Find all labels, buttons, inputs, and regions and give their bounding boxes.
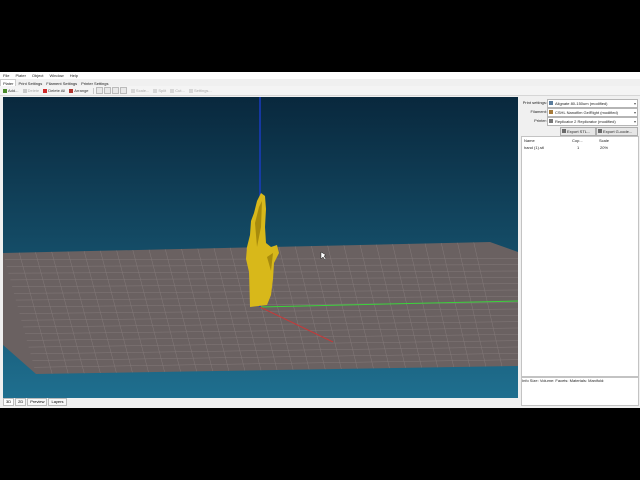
split-icon [153,88,158,93]
info-manifold-label: Manifold: [588,378,605,383]
scale-label: Scale... [135,88,150,93]
filament-label: Filament: [530,109,547,114]
cog-icon [188,88,193,93]
scale-button[interactable]: Scale... [130,86,150,95]
info-volume-label: Volume: [539,378,555,383]
object-scale: 20% [600,145,609,150]
filament-value: CSHL Nanofilm GelRight (modified) [555,110,618,115]
menu-bar: File Plater Object Window Help [0,72,640,79]
print-settings-select[interactable]: Alignate 80-150um (modified) ▾ [547,99,638,108]
export-gcode-label: Export G-code... [603,129,633,134]
printer-row: Printer: Replicator 2 Replicrator (modif… [520,117,638,126]
tab-preview[interactable]: Preview [27,398,48,406]
rotate-right-icon[interactable] [119,87,127,95]
info-box: Info Size: Volume: Facets: Materials: Ma… [521,377,639,406]
3d-viewport[interactable] [3,97,518,398]
printer-select[interactable]: Replicator 2 Replicrator (modified) ▾ [547,117,638,126]
arrange-label: Arrange [74,88,89,93]
delete-button[interactable]: Delete [22,86,40,95]
cut-icon [170,88,175,93]
info-materials-label: Materials: [569,378,587,383]
increase-copies-icon[interactable] [95,87,103,95]
filament-icon [549,110,553,114]
settings-label: Settings... [193,88,212,93]
settings-button[interactable]: Settings... [188,86,212,95]
rotate-left-icon[interactable] [111,87,119,95]
print-settings-icon [549,101,553,105]
tab-3d[interactable]: 3D [3,398,15,406]
cut-label: Cut... [175,88,185,93]
object-name: hand (1).stl [524,145,545,150]
chevron-down-icon: ▾ [633,119,636,124]
info-size-label: Size: [529,378,539,383]
split-label: Split [158,88,167,93]
chevron-down-icon: ▾ [633,101,636,106]
arrange-icon [69,88,74,93]
printer-label: Printer: [534,118,547,123]
print-settings-label: Print settings: [522,100,547,105]
info-facets-label: Facets: [555,378,569,383]
table-row[interactable]: hand (1).stl 1 20% [522,137,638,151]
x-icon [22,88,27,93]
delete-label: Delete [27,88,40,93]
export-stl-label: Export STL... [567,129,591,134]
toolbar-separator [92,87,94,94]
filament-row: Filament: CSHL Nanofilm GelRight (modifi… [520,108,638,117]
decrease-copies-icon[interactable] [103,87,111,95]
add-button[interactable]: Add... [3,86,18,95]
view-tabs: 3D 2D Preview Layers [3,398,518,406]
menu-help[interactable]: Help [70,73,78,78]
x-red-icon [43,88,48,93]
menu-file[interactable]: File [3,73,9,78]
split-button[interactable]: Split [153,86,166,95]
delete-all-label: Delete All [48,88,66,93]
add-label: Add... [8,88,19,93]
app-window: File Plater Object Window Help Plater Print S… [0,72,640,408]
delete-all-button[interactable]: Delete All [43,86,65,95]
arrange-button[interactable]: Arrange [69,86,89,95]
object-copies: 1 [577,145,580,150]
export-stl-button[interactable]: Export STL... [560,127,596,136]
tab-2d[interactable]: 2D [15,398,27,406]
scale-icon [130,88,135,93]
object-list: Name Cop... Scale hand (1).stl 1 20% [521,136,639,377]
chevron-down-icon: ▾ [633,110,636,115]
export-icon [598,129,602,133]
menu-window[interactable]: Window [49,73,63,78]
tab-plater[interactable]: Plater [0,79,17,86]
print-settings-row: Print settings: Alignate 80-150um (modif… [520,99,638,108]
plus-icon [3,88,7,93]
settings-tabs: Plater Print Settings Filament Settings Pri… [0,79,640,86]
export-icon [562,129,566,133]
info-title: Info [522,378,529,383]
printer-value: Replicator 2 Replicrator (modified) [555,119,616,124]
export-gcode-button[interactable]: Export G-code... [596,127,638,136]
cut-button[interactable]: Cut... [170,86,185,95]
menu-plater[interactable]: Plater [15,73,25,78]
print-settings-value: Alignate 80-150um (modified) [555,101,608,106]
export-row: Export STL... Export G-code... [520,127,638,136]
printer-icon [549,119,553,123]
right-panel: Print settings: Alignate 80-150um (modif… [520,97,639,406]
plater-toolbar: Add... Delete Delete All Arrange Scale..… [0,86,640,96]
tab-layers[interactable]: Layers [48,398,67,406]
menu-object[interactable]: Object [32,73,44,78]
filament-select[interactable]: CSHL Nanofilm GelRight (modified) ▾ [547,108,638,117]
